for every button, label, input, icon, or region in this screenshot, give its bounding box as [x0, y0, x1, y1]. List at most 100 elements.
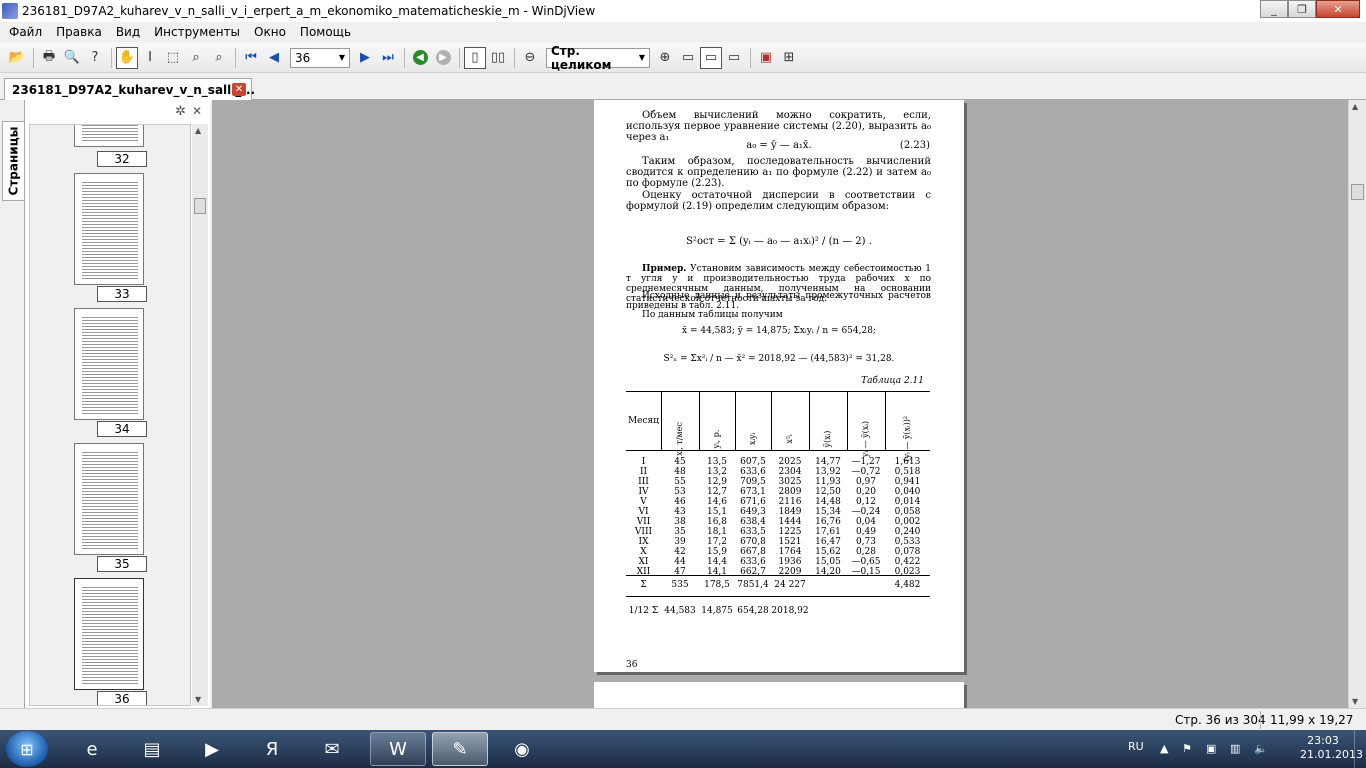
network-icon[interactable]: ▥ — [1230, 742, 1244, 756]
print-icon[interactable]: 🖶 — [38, 47, 60, 69]
history-back-button[interactable]: ◀ — [409, 47, 431, 69]
menu-file[interactable]: Файл — [2, 25, 49, 39]
table-sum-cell: Σ — [640, 580, 647, 590]
text-select-icon[interactable]: I — [139, 47, 161, 69]
table-cell: 0,12 — [855, 497, 877, 507]
table-cell: 0,28 — [855, 547, 877, 557]
menu-window[interactable]: Окно — [247, 25, 293, 39]
explorer-icon[interactable]: ▤ — [124, 732, 180, 766]
clock[interactable]: 23:03 21.01.2013 — [1300, 734, 1363, 762]
zoom-out-icon[interactable]: ⊖ — [519, 47, 541, 69]
menu-help[interactable]: Помощь — [293, 25, 358, 39]
open-folder-icon[interactable]: 📂 — [6, 47, 28, 69]
document-tab[interactable]: 236181_D97A2_kuharev_v_n_salli_... ✕ — [4, 78, 256, 101]
scroll-up-icon[interactable]: ▲ — [195, 126, 201, 135]
example-label: Пример. — [642, 264, 687, 274]
table-cell: 0,49 — [855, 527, 877, 537]
table-cell: —0,72 — [851, 467, 881, 477]
page-thumbnail[interactable] — [74, 443, 144, 555]
page-thumbnail[interactable] — [74, 125, 144, 147]
paragraph: Таким образом, последовательность вычисл… — [626, 156, 931, 189]
page-icon[interactable]: ▭ — [677, 47, 699, 69]
mail-icon[interactable]: ✉ — [304, 732, 360, 766]
continuous-page-icon[interactable]: ▭ — [700, 46, 722, 69]
page-thumbnail[interactable] — [74, 173, 144, 285]
menu-view[interactable]: Вид — [109, 25, 147, 39]
menu-tools[interactable]: Инструменты — [147, 25, 247, 39]
table-cell: 2809 — [778, 487, 802, 497]
word-icon[interactable]: W — [370, 732, 426, 766]
equation: S²ост = Σ (yᵢ — a₀ — a₁xᵢ)² / (n — 2) . — [686, 236, 872, 247]
help-icon[interactable]: ? — [84, 47, 106, 69]
gear-icon[interactable]: ✲ — [175, 104, 186, 119]
page-thumbnail-current[interactable] — [74, 578, 144, 690]
scroll-down-icon[interactable]: ▼ — [1352, 697, 1358, 706]
table-cell: 2209 — [778, 567, 802, 577]
ie-icon[interactable]: e — [64, 732, 120, 766]
page-number: 36 — [626, 660, 638, 670]
chrome-icon[interactable]: ◉ — [494, 732, 550, 766]
table-cell: 633,6 — [740, 467, 766, 477]
yandex-icon[interactable]: Я — [244, 732, 300, 766]
media-player-icon[interactable]: ▶ — [184, 732, 240, 766]
thumbnails-scrollbar[interactable]: ▲ ▼ — [192, 124, 208, 706]
equation-number: (2.23) — [899, 140, 930, 151]
show-desktop-button[interactable] — [1354, 730, 1366, 768]
table-cell: 1764 — [778, 547, 802, 557]
page-number-value: 36 — [295, 50, 311, 65]
scrollbar-thumb[interactable] — [1351, 184, 1364, 200]
tray-icon[interactable]: ▣ — [1206, 742, 1220, 756]
pages-side-tab[interactable]: Страницы — [2, 121, 24, 201]
volume-icon[interactable]: 🔈 — [1254, 742, 1268, 756]
toolbar-separator — [514, 47, 515, 68]
zoom-in-icon[interactable]: ⊕ — [654, 47, 676, 69]
table-col-rule — [847, 391, 848, 450]
minimize-button[interactable]: _ — [1260, 0, 1288, 18]
next-page-icon[interactable]: ▶ — [354, 47, 376, 69]
table-cell: 11,93 — [815, 477, 841, 487]
table-cell: 17,2 — [706, 537, 728, 547]
page-thumbnail[interactable] — [74, 308, 144, 420]
page-number-input[interactable]: 36 ▼ — [290, 47, 350, 68]
display-mode-icon[interactable]: ▣ — [755, 47, 777, 69]
language-indicator[interactable]: RU — [1128, 740, 1144, 753]
table-rule — [626, 596, 930, 597]
toolbar-separator — [235, 47, 236, 68]
last-page-icon[interactable]: ⏭ — [377, 47, 399, 69]
first-page-icon[interactable]: ⏮ — [240, 47, 262, 69]
document-tab-label: 236181_D97A2_kuharev_v_n_salli_... — [12, 83, 256, 97]
thumbnail-list[interactable]: 32 33 34 35 36 — [29, 124, 191, 706]
zoom-select[interactable]: Стр. целиком ▼ — [546, 44, 650, 72]
document-view[interactable]: Объем вычислений можно сократить, если, … — [212, 100, 1348, 708]
rect-select-icon[interactable]: ⬚ — [162, 47, 184, 69]
scroll-down-icon[interactable]: ▼ — [195, 695, 201, 704]
menu-edit[interactable]: Правка — [49, 25, 109, 39]
start-button[interactable]: ⊞ — [6, 731, 48, 767]
back-arrow-icon: ◀ — [412, 50, 428, 65]
table-header-cell: xᵢ, т/мес — [675, 422, 684, 456]
scroll-up-icon[interactable]: ▲ — [1352, 102, 1358, 111]
window-title: 236181_D97A2_kuharev_v_n_salli_v_i_erper… — [22, 4, 596, 18]
document-scrollbar[interactable]: ▲ ▼ — [1348, 100, 1366, 708]
table-cell: 0,023 — [894, 567, 921, 577]
zoom-rect-icon[interactable]: ⌕ — [208, 47, 230, 69]
search-document-icon[interactable]: 🔍 — [61, 47, 83, 69]
history-forward-button[interactable]: ▶ — [432, 47, 454, 69]
fullscreen-icon[interactable]: ⊞ — [778, 47, 800, 69]
tab-close-icon[interactable]: ✕ — [232, 83, 246, 96]
facing-page-icon[interactable]: ▭ — [723, 47, 745, 69]
scrollbar-thumb[interactable] — [194, 198, 206, 214]
single-page-icon[interactable]: ▯ — [464, 46, 486, 69]
close-button[interactable]: ✕ — [1316, 0, 1360, 18]
chevron-up-icon[interactable]: ▲ — [1160, 742, 1174, 756]
two-page-icon[interactable]: ▯▯ — [487, 47, 509, 69]
title-bar: 236181_D97A2_kuharev_v_n_salli_v_i_erper… — [0, 0, 1366, 22]
close-icon[interactable]: ✕ — [192, 104, 202, 118]
windjview-task-icon[interactable]: ✎ — [432, 732, 488, 766]
prev-page-icon[interactable]: ◀ — [263, 47, 285, 69]
zoom-icon[interactable]: ⌕ — [185, 47, 207, 69]
tray-icon[interactable]: ⚑ — [1182, 742, 1196, 756]
paragraph: Объем вычислений можно сократить, если, … — [626, 110, 931, 143]
hand-tool-icon[interactable]: ✋ — [116, 46, 138, 69]
maximize-button[interactable]: ❐ — [1288, 0, 1316, 18]
